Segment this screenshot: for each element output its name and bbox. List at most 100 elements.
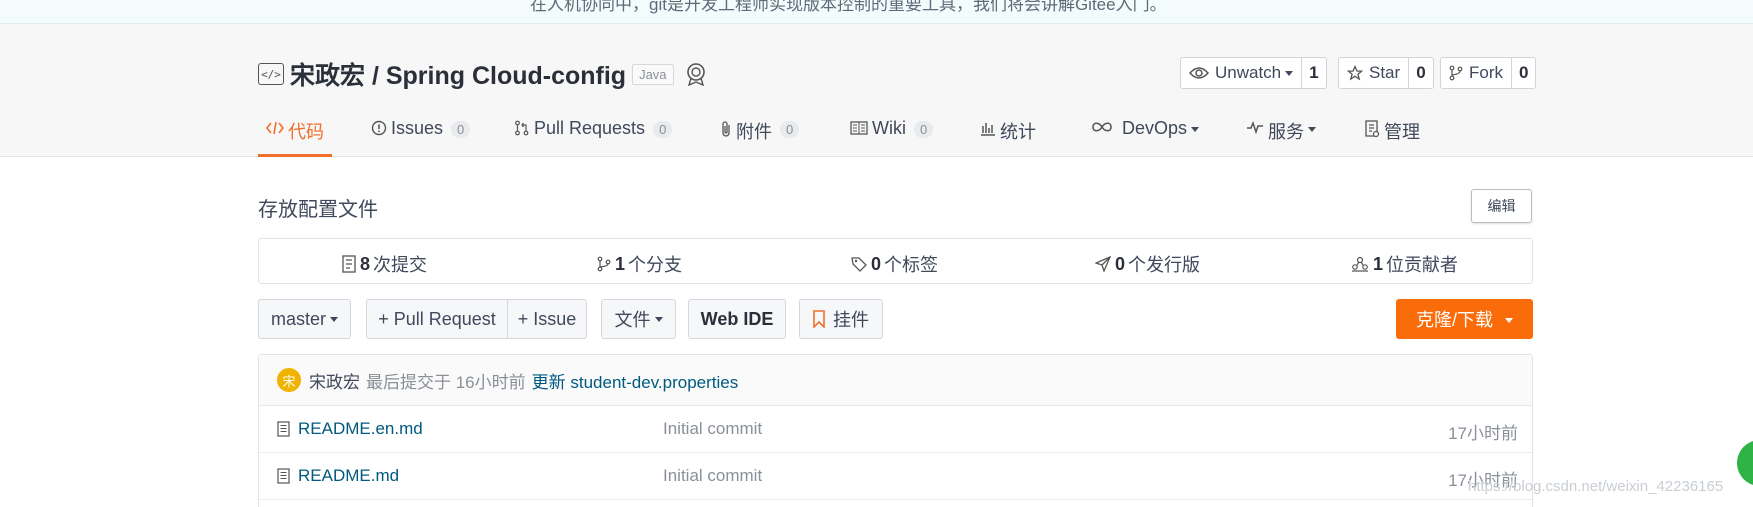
eye-icon <box>1189 67 1209 79</box>
last-commit-row: 宋 宋政宏 最后提交于 16小时前 更新 student-dev.propert… <box>259 355 1532 406</box>
chevron-down-icon <box>1285 70 1294 76</box>
commit-message[interactable]: 更新 student-dev.properties <box>532 368 739 393</box>
stat-contributors[interactable]: 1 位贡献者 <box>1351 251 1458 277</box>
top-banner: 在人机协同中，git是开发工程师实现版本控制的重要工具，我们将会讲解Gitee入… <box>0 0 1753 24</box>
file-commit-message[interactable]: Initial commit <box>663 419 762 439</box>
widget-button[interactable]: 挂件 <box>799 299 883 339</box>
tab-attachments[interactable]: 附件 0 <box>720 110 800 157</box>
tab-code[interactable]: 代码 <box>258 110 332 157</box>
code-icon <box>266 121 284 135</box>
stat-branches[interactable]: 1 个分支 <box>597 251 682 277</box>
file-commit-message[interactable]: Initial commit <box>663 466 762 486</box>
branch-icon <box>597 256 611 272</box>
commit-icon <box>342 255 356 273</box>
watch-main[interactable]: Unwatch <box>1181 58 1303 88</box>
chevron-down-icon <box>1191 127 1200 132</box>
branch-name: master <box>270 308 326 329</box>
issue-label: + Issue <box>517 308 577 329</box>
watch-label: Unwatch <box>1215 63 1282 82</box>
release-icon <box>1095 256 1111 272</box>
watch-count[interactable]: 1 <box>1302 58 1325 88</box>
tab-label: Wiki <box>872 118 906 138</box>
star-icon <box>1347 65 1363 81</box>
settings-doc-icon <box>1365 120 1380 138</box>
stat-label: 个发行版 <box>1128 255 1201 275</box>
tab-label: 附件 <box>736 122 772 142</box>
tab-devops[interactable]: DevOps <box>1090 110 1200 157</box>
stat-tags[interactable]: 0 个标签 <box>851 251 938 277</box>
tab-count-badge: 0 <box>653 121 673 138</box>
chevron-down-icon <box>330 316 338 322</box>
stat-count: 1 <box>1373 253 1384 274</box>
tab-services[interactable]: 服务 <box>1246 110 1316 157</box>
widget-label: 挂件 <box>833 310 869 330</box>
tab-count-badge: 0 <box>914 121 934 138</box>
branch-select[interactable]: master <box>258 299 351 339</box>
award-icon[interactable] <box>684 62 708 86</box>
infinity-icon <box>1092 122 1112 132</box>
commit-author[interactable]: 宋政宏 <box>309 368 360 393</box>
repo-title: </> 宋政宏 / Spring Cloud-config Java <box>258 56 708 92</box>
stat-label: 个分支 <box>628 255 683 275</box>
tab-manage[interactable]: 管理 <box>1364 110 1420 157</box>
fork-count[interactable]: 0 <box>1512 58 1535 88</box>
avatar[interactable]: 宋 <box>277 368 301 392</box>
wiki-icon <box>850 121 868 135</box>
clone-download-button[interactable]: 克隆/下载 <box>1396 299 1533 339</box>
floating-help-button[interactable] <box>1737 440 1753 486</box>
tab-label: 代码 <box>288 122 324 142</box>
stat-commits[interactable]: 8 次提交 <box>342 251 427 277</box>
tab-label: 管理 <box>1384 122 1420 142</box>
list-item[interactable]: README.en.md Initial commit 17小时前 <box>259 406 1532 453</box>
repo-name[interactable]: 宋政宏 / Spring Cloud-config <box>290 56 626 92</box>
tab-count-badge: 0 <box>451 121 471 138</box>
paperclip-icon <box>722 121 730 137</box>
file-name-link[interactable]: README.en.md <box>277 419 423 439</box>
file-menu-button[interactable]: 文件 <box>601 299 676 339</box>
tab-label: DevOps <box>1122 118 1188 138</box>
fork-button[interactable]: Fork 0 <box>1440 57 1537 89</box>
banner-text: 在人机协同中，git是开发工程师实现版本控制的重要工具，我们将会讲解Gitee入… <box>530 0 1167 14</box>
tab-count-badge: 0 <box>780 121 800 138</box>
tab-pull-requests[interactable]: Pull Requests 0 <box>514 110 673 157</box>
issue-icon <box>371 120 387 136</box>
contributors-icon <box>1352 256 1368 272</box>
tab-wiki[interactable]: Wiki 0 <box>850 110 934 157</box>
web-ide-label: Web IDE <box>700 308 774 329</box>
stat-releases[interactable]: 0 个发行版 <box>1095 251 1200 277</box>
tab-stats[interactable]: 统计 <box>980 110 1036 157</box>
tag-icon <box>851 257 867 272</box>
pull-request-label: + Pull Request <box>378 308 496 329</box>
fork-main[interactable]: Fork <box>1441 58 1512 88</box>
file-name-link[interactable]: README.md <box>277 466 399 486</box>
chevron-down-icon <box>1505 317 1513 323</box>
star-button[interactable]: Star 0 <box>1338 57 1434 89</box>
chevron-down-icon <box>1308 127 1316 132</box>
edit-description-button[interactable]: 编辑 <box>1471 189 1532 223</box>
stat-count: 8 <box>360 253 371 274</box>
new-issue-button[interactable]: + Issue <box>507 299 587 339</box>
watch-button[interactable]: Unwatch 1 <box>1180 57 1327 89</box>
stat-count: 1 <box>615 253 626 274</box>
list-item[interactable]: README.md Initial commit 17小时前 <box>259 453 1532 500</box>
fork-label: Fork <box>1469 63 1503 82</box>
file-label: 文件 <box>614 310 651 330</box>
tab-issues[interactable]: Issues 0 <box>371 110 471 157</box>
language-badge[interactable]: Java <box>632 63 674 85</box>
commit-time: 最后提交于 16小时前 <box>366 372 526 392</box>
file-name: README.md <box>298 466 400 485</box>
repo-stats-bar: 8 次提交 1 个分支 0 个标签 0 个发行版 1 位贡献者 <box>258 238 1533 284</box>
fork-icon <box>1449 65 1463 81</box>
chevron-down-icon <box>654 316 663 322</box>
watermark: https://blog.csdn.net/weixin_42236165 <box>1468 478 1724 495</box>
stat-count: 0 <box>871 253 882 274</box>
new-pull-request-button[interactable]: + Pull Request <box>366 299 508 339</box>
tab-label: 统计 <box>1000 122 1036 142</box>
star-main[interactable]: Star <box>1339 58 1410 88</box>
star-count[interactable]: 0 <box>1409 58 1432 88</box>
web-ide-button[interactable]: Web IDE <box>688 299 786 339</box>
chart-icon <box>981 123 995 136</box>
tab-label: 服务 <box>1268 122 1304 142</box>
stat-label: 个标签 <box>884 255 939 275</box>
repo-code-icon: </> <box>258 63 284 85</box>
